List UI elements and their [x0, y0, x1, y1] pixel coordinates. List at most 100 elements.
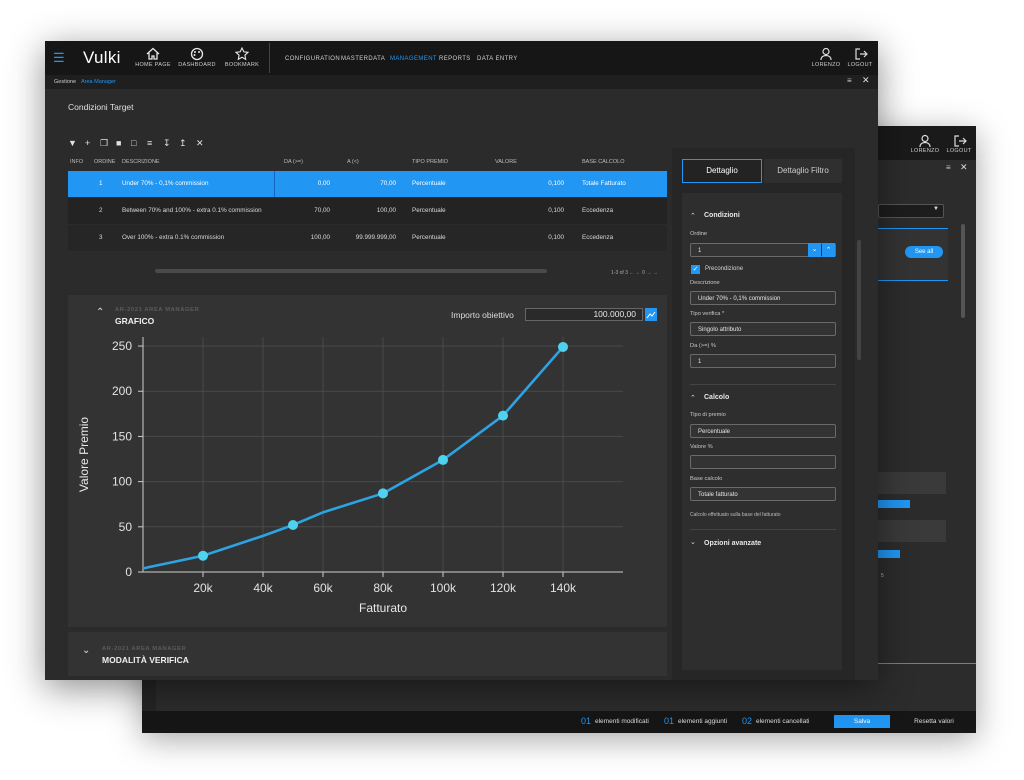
- document-icon[interactable]: □: [131, 138, 136, 148]
- nav-logout-label[interactable]: LOGOUT: [840, 62, 880, 68]
- chevron-down-icon: ▼: [933, 206, 939, 212]
- nav-management[interactable]: MANAGEMENT: [390, 56, 437, 62]
- save-button[interactable]: Salva: [834, 715, 890, 728]
- valore-field[interactable]: [690, 455, 836, 469]
- y-tick-labels: 0 50 100 150 200 250: [112, 339, 132, 579]
- scrollbar[interactable]: [857, 240, 861, 360]
- tipo-verifica-field[interactable]: Singolo attributo: [690, 322, 836, 336]
- y-tick-label: 150: [112, 429, 132, 443]
- col-descrizione[interactable]: DESCRIZIONE: [122, 159, 160, 165]
- cell-da: 0,00: [317, 180, 330, 187]
- nav-divider: [269, 43, 270, 73]
- delete-icon[interactable]: ■: [116, 138, 121, 148]
- hamburger-icon[interactable]: ☰: [53, 50, 65, 66]
- app-title: Vulki: [83, 48, 121, 67]
- nav-configuration[interactable]: CONFIGURATION: [285, 56, 340, 62]
- y-tick-label: 200: [112, 384, 132, 398]
- see-all-button[interactable]: See all: [905, 246, 943, 258]
- cell-valore: 0,100: [548, 180, 564, 187]
- data-point: [378, 488, 388, 499]
- col-base-calcolo[interactable]: BASE CALCOLO: [582, 159, 625, 165]
- descrizione-field[interactable]: Under 70% - 0,1% commission: [690, 291, 836, 305]
- back-select[interactable]: ▼: [878, 204, 944, 218]
- copy-icon[interactable]: ❐: [100, 138, 108, 149]
- col-da[interactable]: DA (>=): [284, 159, 303, 165]
- main-window: ☰ Vulki HOME PAGE DASHBOARD BOOKMARK CON…: [45, 41, 878, 680]
- dashboard-icon[interactable]: [190, 47, 204, 61]
- precondizione-label: Precondizione: [705, 266, 744, 272]
- chevron-up-icon[interactable]: ⌃: [690, 394, 696, 402]
- descrizione-label: Descrizione: [690, 280, 720, 286]
- close-icon[interactable]: ✕: [960, 162, 968, 173]
- data-point: [288, 520, 298, 530]
- chevron-down-icon[interactable]: ⌄: [690, 538, 696, 546]
- cell-ordine: 1: [99, 180, 103, 187]
- y-tick-label: 0: [125, 565, 132, 579]
- nav-reports[interactable]: REPORTS: [439, 56, 471, 62]
- close-icon[interactable]: ✕: [196, 138, 204, 149]
- base-calcolo-field[interactable]: Totale fatturato: [690, 487, 836, 501]
- x-tick-label: 40k: [253, 581, 273, 595]
- tipo-verifica-label: Tipo verifica *: [690, 311, 725, 317]
- home-icon[interactable]: [146, 47, 160, 61]
- nav-data-entry[interactable]: DATA ENTRY: [477, 56, 518, 62]
- x-tick-label: 100k: [430, 581, 457, 595]
- chevron-down-icon[interactable]: ⌄: [808, 243, 821, 257]
- x-tick-label: 120k: [490, 581, 517, 595]
- nav-masterdata[interactable]: MASTERDATA: [341, 56, 385, 62]
- table-row[interactable]: 1 Under 70% - 0,1% commission 0,00 70,00…: [68, 171, 667, 197]
- nav-bookmark-label[interactable]: BOOKMARK: [222, 62, 262, 68]
- chevron-up-icon[interactable]: ⌃: [690, 212, 696, 220]
- cell-descrizione: Over 100% - extra 0.1% commission: [122, 234, 225, 241]
- menu-icon[interactable]: ≡: [946, 163, 951, 172]
- star-icon[interactable]: [235, 47, 249, 61]
- section-divider: [690, 529, 836, 530]
- modalita-title: MODALITÀ VERIFICA: [102, 655, 189, 665]
- tab-dettaglio[interactable]: Dettaglio: [682, 159, 762, 183]
- nav-home-label[interactable]: HOME PAGE: [133, 62, 173, 68]
- opzioni-title[interactable]: Opzioni avanzate: [704, 540, 761, 547]
- pagination[interactable]: 1-3 of 3 ← ← 0 → →: [611, 270, 658, 276]
- tipo-premio-field[interactable]: Percentuale: [690, 424, 836, 438]
- precondizione-checkbox[interactable]: ✓: [691, 265, 700, 274]
- table-row[interactable]: 3 Over 100% - extra 0.1% commission 100,…: [68, 225, 667, 251]
- cell-valore: 0,100: [548, 234, 564, 241]
- calcolo-title: Calcolo: [704, 394, 730, 401]
- x-axis-label: Fatturato: [359, 601, 407, 615]
- table-row[interactable]: 2 Between 70% and 100% - extra 0.1% comm…: [68, 198, 667, 224]
- chevron-down-icon[interactable]: ⌄: [82, 645, 90, 656]
- tab-dettaglio-filtro[interactable]: Dettaglio Filtro: [764, 159, 842, 183]
- nav-dashboard-label[interactable]: DASHBOARD: [177, 62, 217, 68]
- breadcrumb-root[interactable]: Gestione: [54, 79, 76, 85]
- cell-ordine: 2: [99, 207, 103, 214]
- cell-base: Eccedenza: [582, 234, 614, 241]
- logout-icon[interactable]: [953, 134, 967, 148]
- horizontal-scrollbar[interactable]: [155, 269, 547, 273]
- filter-icon[interactable]: ▼: [68, 138, 77, 148]
- modalita-panel[interactable]: ⌄ AR-2021 AREA MANAGER MODALITÀ VERIFICA: [68, 632, 667, 676]
- col-info[interactable]: INFO: [70, 159, 83, 165]
- menu-icon[interactable]: ≡: [847, 76, 852, 85]
- y-tick-label: 250: [112, 339, 132, 353]
- reset-button[interactable]: Resetta valori: [897, 715, 971, 728]
- col-ordine[interactable]: ORDINE: [94, 159, 115, 165]
- add-icon[interactable]: +: [85, 138, 90, 148]
- da-field[interactable]: 1: [690, 354, 836, 368]
- cell-a: 100,00: [376, 207, 396, 214]
- col-tipo-premio[interactable]: TIPO PREMIO: [412, 159, 448, 165]
- valore-label: Valore %: [690, 444, 713, 450]
- download-icon[interactable]: ↧: [163, 138, 171, 149]
- cell-ordine: 3: [99, 234, 103, 241]
- upload-icon[interactable]: ↥: [179, 138, 187, 149]
- close-icon[interactable]: ✕: [862, 75, 870, 86]
- user-icon[interactable]: [918, 134, 932, 148]
- user-icon[interactable]: [819, 47, 833, 61]
- scrollbar[interactable]: [961, 224, 965, 318]
- col-a[interactable]: A (<): [347, 159, 359, 165]
- settings-icon[interactable]: ≡: [147, 138, 152, 148]
- col-valore[interactable]: VALORE: [495, 159, 517, 165]
- x-tick-label: 80k: [373, 581, 393, 595]
- logout-icon[interactable]: [854, 47, 868, 61]
- chevron-up-icon[interactable]: ⌃: [822, 243, 835, 257]
- x-tick-label: 140k: [550, 581, 577, 595]
